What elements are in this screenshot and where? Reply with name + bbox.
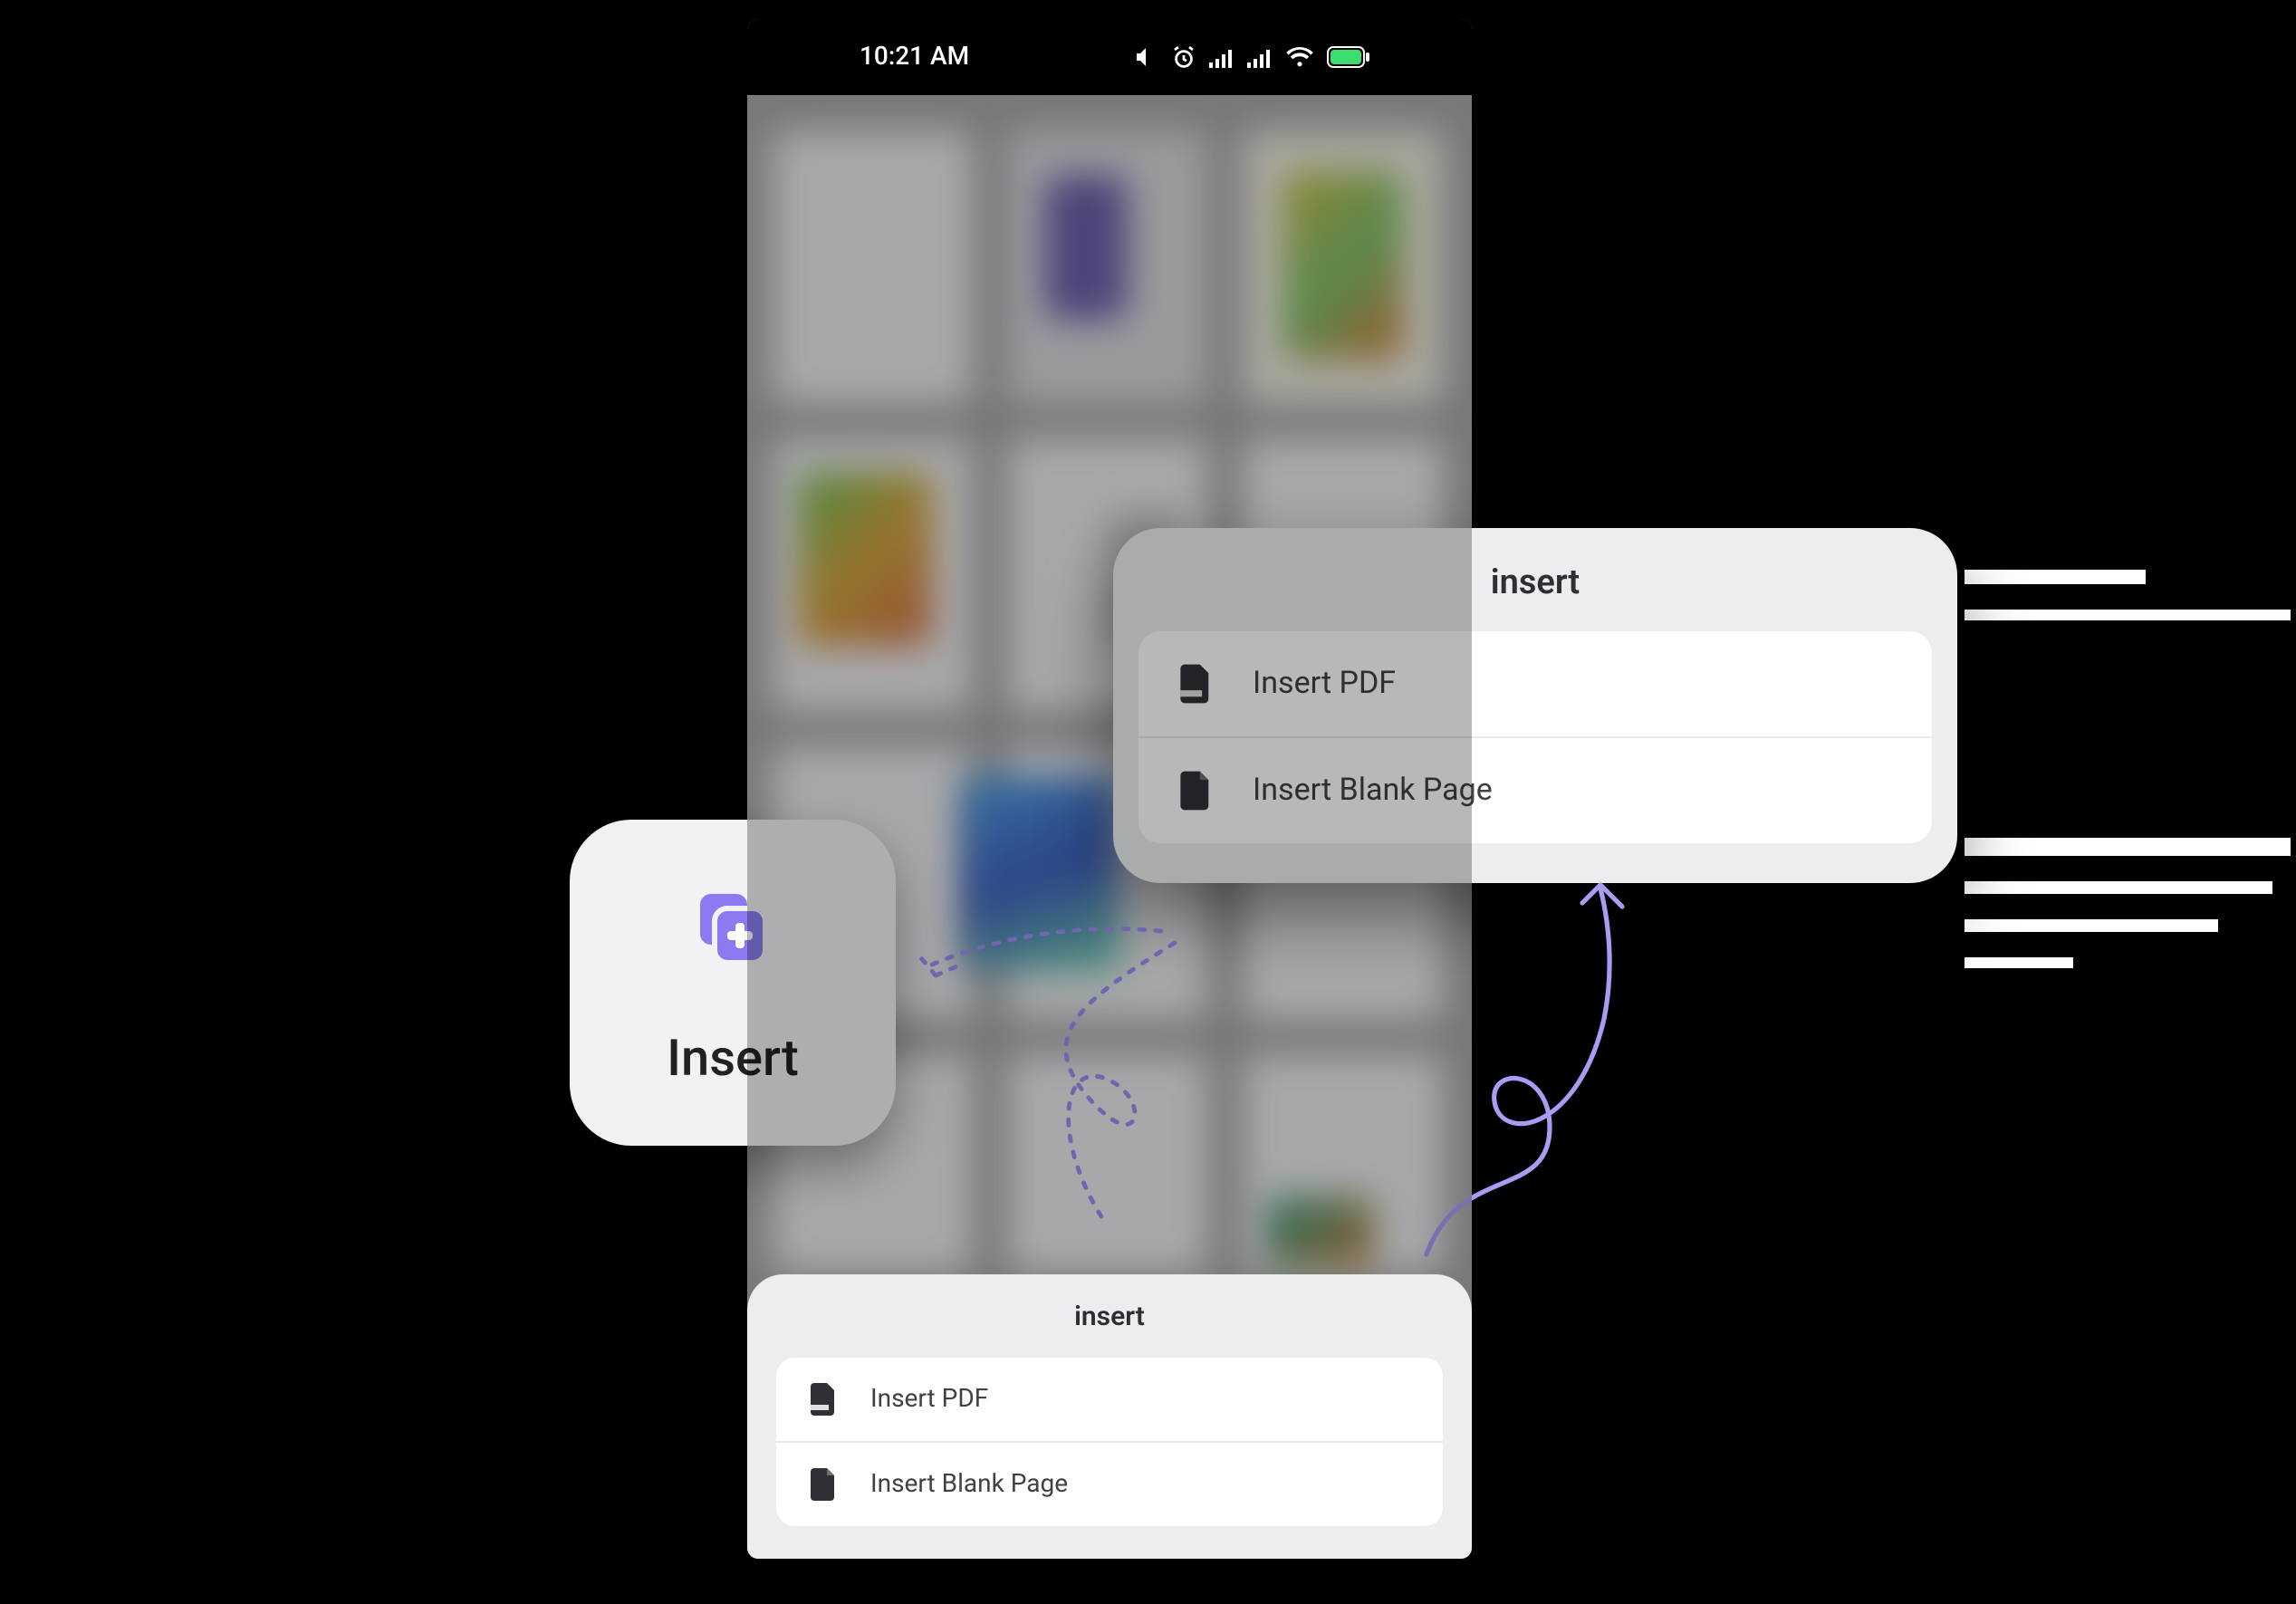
document-pdf-icon [809,1383,838,1416]
sheet-item-label: Insert PDF [870,1385,988,1414]
status-icons [1135,44,1370,70]
wifi-icon [1285,46,1314,68]
volume-icon [1135,46,1158,68]
status-bar: 10:21 AM [747,19,1472,95]
signal-icon [1209,47,1234,67]
decoration-lines [1965,570,2291,994]
status-time: 10:21 AM [860,43,969,72]
sheet-item-label: Insert Blank Page [870,1470,1068,1499]
document-blank-icon [809,1468,838,1501]
insert-sheet: insert Insert PDF Insert Blank Page [747,1274,1472,1559]
battery-icon [1327,46,1370,68]
sheet-item-insert-blank[interactable]: Insert Blank Page [776,1441,1443,1526]
phone-mockup: 10:21 AM [747,19,1472,1559]
sheet-item-insert-pdf[interactable]: Insert PDF [776,1358,1443,1441]
sheet-list: Insert PDF Insert Blank Page [776,1358,1443,1526]
sheet-title: insert [776,1300,1443,1332]
signal-icon-2 [1247,47,1273,67]
alarm-icon [1171,44,1196,70]
